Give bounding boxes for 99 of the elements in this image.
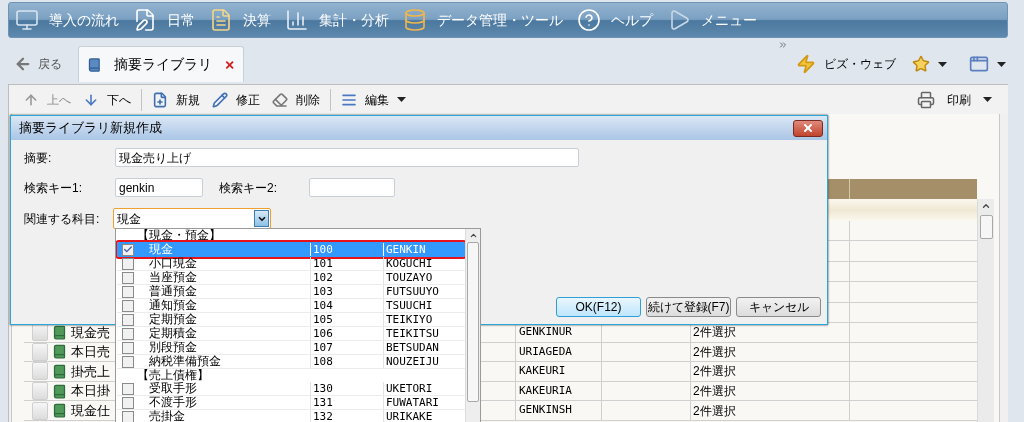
group-heading: 【現金・預金】 — [137, 229, 221, 242]
scroll-up-icon[interactable] — [468, 231, 478, 240]
caret-icon[interactable] — [997, 61, 1006, 67]
table-cell-text: URIAGEDA — [519, 343, 572, 360]
dialog-title: 摘要ライブラリ新規作成 — [19, 119, 162, 138]
checkbox[interactable] — [122, 355, 134, 368]
account-option[interactable]: 別段預金 107 BETSUDAN — [117, 341, 465, 355]
checkbox[interactable] — [122, 243, 134, 256]
account-option[interactable]: 売掛金 132 URIKAKE — [117, 410, 465, 422]
table-cell-text: 2件選択 — [693, 343, 736, 361]
account-dropdown[interactable]: 現金 — [113, 208, 271, 229]
biz-web-link[interactable]: ビズ・ウェブ — [824, 55, 896, 73]
book-icon — [52, 403, 67, 419]
summary-field[interactable]: 現金売り上げ — [115, 148, 579, 167]
field-label: 関連する科目: — [24, 210, 101, 228]
book-icon — [87, 55, 102, 74]
pencil-icon — [212, 91, 228, 108]
field-label: 検索キー2: — [219, 179, 278, 197]
document-pen-icon[interactable] — [133, 8, 157, 32]
search-key-field[interactable] — [309, 178, 395, 197]
account-option[interactable]: 小口現金 101 KOGUCHI — [117, 257, 465, 271]
scroll-thumb[interactable] — [467, 242, 479, 402]
checkbox[interactable] — [122, 410, 134, 422]
table-cell-text: 掛売上 — [71, 362, 110, 381]
checkbox[interactable] — [122, 285, 134, 298]
row-checkbox[interactable] — [32, 362, 48, 381]
dialog-button[interactable]: 続けて登録(F7) — [646, 297, 731, 317]
checkbox[interactable] — [122, 382, 134, 395]
caret-icon[interactable] — [938, 61, 947, 67]
table-cell-text: 本日売 — [71, 343, 110, 362]
toolbar-button[interactable]: 修正 — [206, 87, 266, 112]
menu-item[interactable]: ヘルプ — [611, 9, 653, 31]
database-icon[interactable] — [403, 8, 427, 32]
table-cell-text: 2件選択 — [693, 402, 736, 420]
checkbox[interactable] — [122, 341, 134, 354]
scroll-up-icon[interactable] — [981, 201, 991, 211]
field-label: 検索キー1: — [24, 179, 83, 197]
table-cell-text: 現金売 — [71, 323, 110, 342]
table-cell-text: GENKINUR — [519, 324, 572, 340]
printer-icon — [917, 90, 935, 109]
eraser-icon — [272, 91, 288, 108]
new-document-icon — [152, 91, 168, 108]
menu-item[interactable]: 導入の流れ — [49, 9, 119, 31]
checkbox[interactable] — [122, 299, 134, 312]
book-icon — [52, 363, 67, 379]
help-icon[interactable] — [577, 8, 601, 32]
book-icon — [52, 324, 67, 340]
toolbar-button[interactable]: 新規 — [146, 87, 206, 112]
table-cell-text: 2件選択 — [693, 324, 736, 342]
table-cell-text: KAKEURIA — [519, 382, 572, 399]
menu-item[interactable]: メニュー — [701, 9, 757, 31]
checkbox[interactable] — [122, 313, 134, 326]
dialog-button[interactable]: キャンセル — [736, 297, 821, 317]
caret-icon[interactable] — [397, 97, 406, 102]
scroll-thumb[interactable] — [979, 215, 993, 239]
table-cell-text: 2件選択 — [693, 383, 736, 401]
back-button[interactable]: 戻る — [8, 46, 68, 82]
close-button[interactable] — [793, 119, 823, 137]
checkbox[interactable] — [122, 271, 134, 284]
checkbox[interactable] — [122, 396, 134, 409]
account-option[interactable]: 納税準備預金 108 NOUZEIJU — [117, 355, 465, 369]
field-label: 摘要: — [24, 149, 53, 167]
table-cell-text: 本日掛 — [71, 382, 110, 401]
account-option[interactable]: 定期積金 106 TEIKITSU — [117, 327, 465, 341]
book-icon — [52, 344, 67, 360]
print-button[interactable]: 印刷 — [913, 87, 996, 112]
table-cell-text: 現金仕 — [71, 401, 110, 420]
overflow-chevron-icon[interactable] — [778, 40, 788, 50]
group-heading: 【売上債権】 — [137, 369, 209, 382]
table-cell: GENKINSH — [519, 402, 572, 419]
account-option[interactable]: 通知預金 104 TSUUCHI — [117, 299, 465, 313]
toolbar-button[interactable]: 下へ — [77, 87, 137, 112]
menu-item[interactable]: 決算 — [243, 9, 271, 31]
scrollbar[interactable] — [977, 199, 994, 422]
search-key-field[interactable]: genkin — [115, 178, 203, 197]
dialog-button[interactable]: OK(F12) — [556, 297, 641, 317]
menu-item[interactable]: 日常 — [167, 9, 195, 31]
menu-item[interactable]: データ管理・ツール — [437, 9, 563, 31]
account-option[interactable]: 不渡手形 131 FUWATARI — [117, 396, 465, 410]
scrollbar[interactable] — [465, 229, 480, 422]
monitor-icon[interactable] — [15, 8, 39, 32]
row-checkbox[interactable] — [32, 401, 48, 420]
tab[interactable]: 摘要ライブラリ — [78, 46, 244, 82]
account-option[interactable]: 普通預金 103 FUTSUUYO — [117, 285, 465, 299]
lightning-icon[interactable] — [796, 54, 816, 74]
bar-chart-icon[interactable] — [285, 8, 309, 32]
table-cell-text: 2件選択 — [693, 363, 736, 381]
account-option[interactable]: 受取手形 130 UKETORI — [117, 382, 465, 396]
account-option[interactable]: 当座預金 102 TOUZAYO — [117, 271, 465, 285]
close-icon — [802, 122, 814, 134]
row-checkbox[interactable] — [32, 382, 48, 401]
toolbar-button[interactable]: 削除 — [266, 87, 326, 112]
toolbar-button[interactable]: 編集 — [335, 87, 412, 112]
book-icon — [52, 383, 67, 399]
checkbox[interactable] — [122, 327, 134, 340]
document-icon[interactable] — [209, 8, 233, 32]
caret-icon[interactable] — [983, 97, 992, 102]
table-cell: KAKEURI — [519, 363, 566, 380]
account-option[interactable]: 定期預金 105 TEIKIYO — [117, 313, 465, 327]
